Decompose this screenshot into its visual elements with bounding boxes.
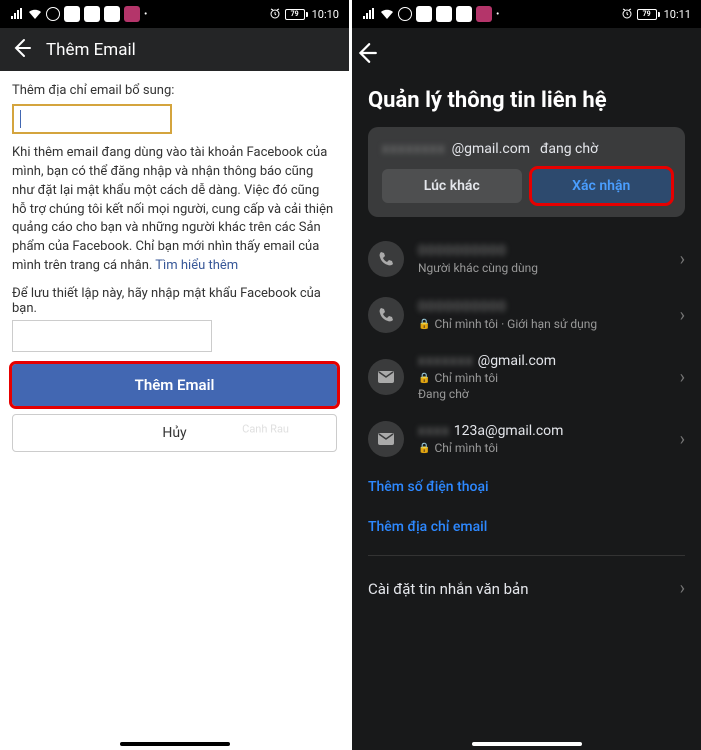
lock-icon: 🔒 [418,319,430,330]
phone-left: • 79 10:10 Thêm Email Thêm địa chỉ email… [0,0,349,750]
back-arrow-icon[interactable] [12,38,32,61]
contact-sub: Chỉ mình tôi · Giới hạn sử dụng [434,317,597,331]
email-input[interactable] [12,104,172,134]
chevron-right-icon: › [680,249,685,270]
messenger-icon [398,7,412,21]
app-icon-2 [84,6,100,22]
learn-more-link[interactable]: Tìm hiểu thêm [155,258,238,273]
password-label: Để lưu thiết lập này, hãy nhập mật khẩu … [12,286,337,316]
wifi-icon [28,7,42,21]
nav-bar [352,744,701,750]
battery-icon: 79 [637,9,660,20]
pending-confirmation-box: xxxxxxxx @gmail.com đang chờ Lúc khác Xá… [368,127,685,217]
chevron-right-icon: › [680,429,685,450]
wifi-icon [380,7,394,21]
nav-bar [0,744,349,750]
contact-item-email-1[interactable]: xxxxxxx@gmail.com 🔒 Chỉ mình tôi Đang chờ… [368,343,685,411]
lock-icon: 🔒 [418,443,430,454]
email-icon [368,359,404,395]
contact-main: @gmail.com [478,353,556,369]
chevron-right-icon: › [680,367,685,388]
contact-item-phone-1[interactable]: 0000000000 Người khác cùng dùng › [368,231,685,287]
blurred-phone: 0000000000 [418,243,507,259]
content-area: Quản lý thông tin liên hệ xxxxxxxx @gmai… [352,82,701,750]
back-arrow-icon[interactable] [356,42,378,68]
email-icon [368,421,404,457]
status-left: • [362,6,499,22]
pending-email-suffix: @gmail.com [452,141,530,157]
alarm-icon [269,7,281,22]
pending-status: đang chờ [540,141,598,157]
app-icon-1 [416,6,432,22]
app-icon-4 [124,6,140,22]
signal-icon [362,7,376,21]
statusbar: • 79 10:11 [352,0,701,28]
divider [368,555,685,556]
sms-settings-label: Cài đặt tin nhắn văn bản [368,580,529,598]
password-input[interactable] [12,320,212,352]
statusbar: • 79 10:10 [0,0,349,28]
more-icon: • [496,9,499,20]
alarm-icon [621,7,633,22]
chevron-right-icon: › [680,305,685,326]
info-text: Khi thêm email đang dùng vào tài khoản F… [12,144,337,276]
status-right: 79 10:11 [621,7,691,22]
cancel-button[interactable]: Hủy [12,414,337,452]
chevron-right-icon: › [680,578,685,599]
content-area: Thêm địa chỉ email bổ sung: Khi thêm ema… [0,71,349,750]
app-icon-1 [64,6,80,22]
contact-sub2: Đang chờ [418,387,469,401]
messenger-icon [46,7,60,21]
contact-item-email-2[interactable]: xxxx123a@gmail.com 🔒 Chỉ mình tôi › [368,411,685,467]
contact-sub: Người khác cùng dùng [418,261,666,275]
app-header: Thêm Email [0,28,349,71]
phone-right: • 79 10:11 Quản lý thông tin liên hệ xxx… [352,0,701,750]
blurred-email-prefix: xxxxxxx [418,353,474,369]
status-left: • [10,6,147,22]
app-icon-3 [104,6,120,22]
contact-sub: Chỉ mình tôi [434,371,498,385]
pending-email-row: xxxxxxxx @gmail.com đang chờ [382,141,671,157]
dark-header [352,28,701,82]
status-right: 79 10:10 [269,7,339,22]
app-icon-4 [476,6,492,22]
header-title: Thêm Email [46,40,136,60]
later-button[interactable]: Lúc khác [382,169,522,203]
more-icon: • [144,9,147,20]
battery-icon: 79 [285,9,308,20]
status-time: 10:11 [664,8,691,21]
add-email-button[interactable]: Thêm Email [12,364,337,406]
phone-icon [368,297,404,333]
confirm-button[interactable]: Xác nhận [532,169,672,203]
blurred-phone: 0000000000 [418,299,507,315]
app-icon-3 [456,6,472,22]
lock-icon: 🔒 [418,373,430,384]
add-email-link[interactable]: Thêm địa chỉ email [368,507,685,547]
contact-main: 123a@gmail.com [454,423,564,439]
status-time: 10:10 [312,8,339,21]
blurred-email-prefix: xxxxxxxx [382,141,446,157]
app-icon-2 [436,6,452,22]
contact-item-phone-2[interactable]: 0000000000 🔒 Chỉ mình tôi · Giới hạn sử d… [368,287,685,343]
page-title: Quản lý thông tin liên hệ [368,82,685,127]
contact-sub: Chỉ mình tôi [434,441,498,455]
blurred-email-prefix: xxxx [418,423,450,439]
signal-icon [10,7,24,21]
add-phone-link[interactable]: Thêm số điện thoại [368,467,685,507]
add-email-label: Thêm địa chỉ email bổ sung: [12,83,337,98]
sms-settings-row[interactable]: Cài đặt tin nhắn văn bản › [368,564,685,613]
phone-icon [368,241,404,277]
